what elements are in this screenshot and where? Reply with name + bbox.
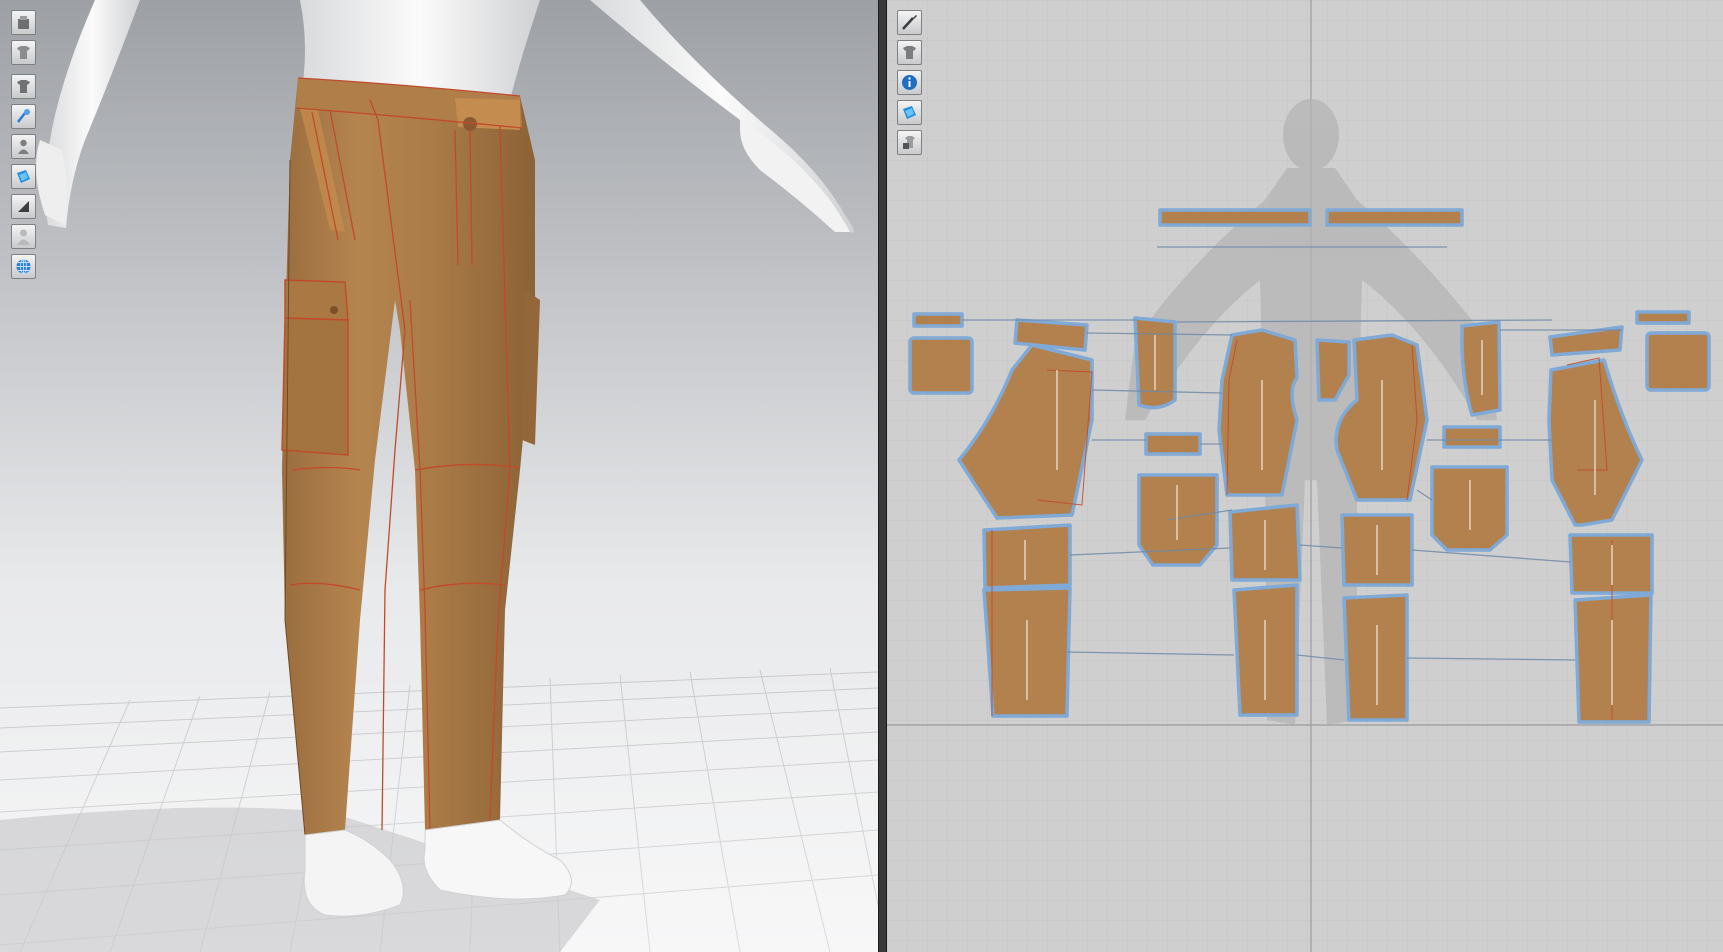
pattern-piece bbox=[908, 336, 974, 395]
texture-2d-icon[interactable] bbox=[897, 100, 922, 125]
2d-viewport[interactable] bbox=[887, 0, 1723, 952]
grid-globe-icon[interactable] bbox=[11, 254, 36, 279]
3d-viewport[interactable] bbox=[0, 0, 878, 952]
texture-view-icon[interactable] bbox=[11, 164, 36, 189]
pattern-piece bbox=[1144, 432, 1202, 456]
pattern-piece bbox=[1645, 331, 1711, 392]
pattern-edit-icon[interactable] bbox=[897, 10, 922, 35]
thickness-view-icon[interactable] bbox=[11, 194, 36, 219]
info-icon[interactable] bbox=[897, 70, 922, 95]
show-garment-icon[interactable] bbox=[11, 74, 36, 99]
show-pins-icon[interactable] bbox=[11, 104, 36, 129]
show-avatar-icon[interactable] bbox=[11, 134, 36, 159]
pattern-piece bbox=[1568, 533, 1654, 595]
show-garment-2d-icon[interactable] bbox=[897, 40, 922, 65]
pattern-piece bbox=[1635, 310, 1691, 325]
pattern-piece bbox=[1325, 208, 1464, 227]
pattern-piece bbox=[1460, 320, 1502, 417]
3d-scene bbox=[0, 0, 878, 952]
lock-garment-icon[interactable] bbox=[897, 130, 922, 155]
3d-toolbar bbox=[11, 10, 36, 279]
pattern-piece bbox=[912, 312, 964, 328]
view-splitter[interactable] bbox=[878, 0, 887, 952]
pattern-piece bbox=[982, 523, 1072, 590]
garment-display-icon[interactable] bbox=[11, 40, 36, 65]
2d-pattern-canvas bbox=[887, 0, 1723, 952]
pattern-piece bbox=[1158, 208, 1312, 227]
avatar-silhouette-icon[interactable] bbox=[11, 224, 36, 249]
pattern-piece bbox=[1573, 593, 1653, 724]
pattern-piece bbox=[1217, 328, 1299, 497]
2d-toolbar bbox=[897, 10, 922, 155]
pattern-piece bbox=[1342, 593, 1409, 722]
pattern-piece bbox=[1442, 425, 1502, 449]
pattern-piece bbox=[1013, 318, 1089, 352]
avatar-display-icon[interactable] bbox=[11, 10, 36, 35]
